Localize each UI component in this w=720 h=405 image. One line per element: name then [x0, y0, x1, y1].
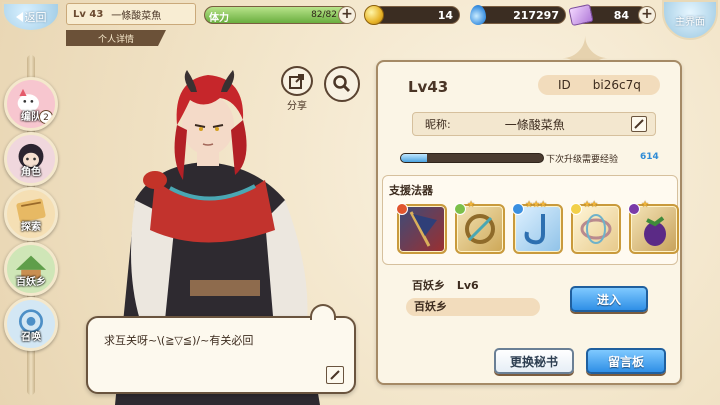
- signature-text: 求互关呀~\(≧▽≦)/~有关必回: [104, 334, 254, 347]
- sidebar-item-yokai-village[interactable]: 百妖乡: [4, 242, 58, 296]
- stamina-label: 体力: [209, 13, 229, 24]
- stamina-bar: 体力 82/82: [204, 6, 354, 24]
- sidebar-item-label: 角色: [21, 167, 41, 178]
- water-element-icon: [512, 203, 524, 215]
- share-label: 分享: [287, 101, 307, 112]
- nickname-row: 昵称: 一條酸菜魚: [412, 112, 656, 136]
- sidebar-item-team[interactable]: 2 编队: [4, 77, 58, 131]
- message-board-label: 留言板: [607, 354, 644, 369]
- player-name: 一條酸菜魚: [111, 10, 162, 22]
- light-element-icon: [570, 203, 582, 215]
- crystal-value: 217297: [513, 9, 559, 22]
- team-badge: 2: [39, 110, 53, 124]
- home-label: 主界面: [675, 16, 705, 28]
- nickname-value: 一條酸菜魚: [504, 117, 565, 132]
- exp-fill: [401, 154, 427, 162]
- yokai-village-tag: 百妖乡: [406, 298, 540, 316]
- stamina-value: 82/82: [311, 10, 337, 20]
- nickname-label: 昵称:: [425, 118, 451, 131]
- crystal-icon: [470, 5, 486, 25]
- profile-panel: Lv43 ID bi26c7q 昵称: 一條酸菜魚 下次升级需要经验 614 支…: [376, 60, 682, 385]
- sidebar-item-label: 探索: [21, 222, 41, 233]
- weapon-stars: ★★★: [525, 200, 547, 210]
- weapon-stars: ★★: [583, 200, 598, 210]
- zoom-button[interactable]: [324, 66, 360, 102]
- fire-element-icon: [396, 203, 408, 215]
- back-button[interactable]: 返回: [2, 2, 60, 32]
- weapon-slot-1[interactable]: [396, 203, 447, 254]
- player-level-name: Lv 43 一條酸菜魚: [66, 3, 196, 25]
- share-button[interactable]: 分享: [279, 66, 315, 112]
- exp-label: 下次升级需要经验: [546, 155, 619, 165]
- sidebar: 2 编队 角色 探索 百妖乡 召唤: [0, 55, 64, 400]
- pencil-icon: [330, 370, 340, 380]
- weapon-slot-5[interactable]: ★: [628, 200, 679, 254]
- enter-button[interactable]: 进入: [570, 286, 648, 312]
- change-secretary-button[interactable]: 更换秘书: [494, 348, 574, 374]
- weapon-slot-2[interactable]: ★: [454, 200, 505, 254]
- message-board-button[interactable]: 留言板: [586, 348, 666, 374]
- pencil-icon: [634, 119, 644, 129]
- support-title: 支援法器: [389, 184, 433, 197]
- back-arrow-icon: [15, 12, 23, 22]
- tab-personal-details[interactable]: 个人详情: [66, 30, 166, 46]
- weapon-slot-3[interactable]: ★★★: [512, 200, 563, 254]
- yokai-village-level: Lv6: [456, 279, 479, 292]
- exp-bar: [400, 153, 544, 163]
- exp-value: 614: [640, 152, 659, 162]
- yokai-village-name: 百妖乡: [412, 279, 445, 292]
- edit-nickname-button[interactable]: [631, 116, 647, 132]
- sidebar-item-summon[interactable]: 召唤: [4, 297, 58, 351]
- edit-signature-button[interactable]: [326, 366, 344, 384]
- signature-bubble: 求互关呀~\(≧▽≦)/~有关必回: [86, 304, 356, 394]
- dark-element-icon: [628, 203, 640, 215]
- sidebar-item-label: 编队: [21, 112, 41, 123]
- share-icon: [281, 66, 313, 96]
- weapon-stars: ★: [467, 200, 475, 210]
- support-weapons: 支援法器 ★ ★★★ ★★ ★: [382, 175, 679, 265]
- id-value: bi26c7q: [592, 78, 641, 92]
- search-icon: [333, 75, 351, 93]
- yokai-village-info: 百妖乡 Lv6: [412, 277, 487, 293]
- add-stamina-button[interactable]: +: [338, 6, 356, 24]
- back-label: 返回: [24, 11, 47, 24]
- sidebar-item-explore[interactable]: 探索: [4, 187, 58, 241]
- weapon-slot-4[interactable]: ★★: [570, 200, 621, 254]
- weapon-stars: ★: [641, 200, 649, 210]
- player-level: Lv 43: [73, 8, 104, 20]
- sidebar-item-characters[interactable]: 角色: [4, 132, 58, 186]
- coin-value: 14: [437, 9, 453, 22]
- id-label: ID: [558, 78, 571, 92]
- coin-counter: 14: [372, 6, 460, 24]
- profile-level: Lv43: [408, 78, 449, 96]
- enter-label: 进入: [596, 292, 621, 307]
- crystal-counter: 217297: [474, 6, 566, 24]
- sidebar-item-label: 召唤: [21, 332, 41, 343]
- coin-icon: [364, 5, 384, 25]
- sidebar-item-label: 百妖乡: [16, 277, 46, 288]
- change-secretary-label: 更换秘书: [509, 354, 558, 369]
- wind-element-icon: [454, 203, 466, 215]
- tab-personal-details-label: 个人详情: [97, 34, 134, 45]
- player-id: ID bi26c7q: [538, 75, 660, 95]
- ticket-value: 84: [613, 9, 629, 22]
- add-ticket-button[interactable]: +: [638, 6, 656, 24]
- top-bar: 返回 Lv 43 一條酸菜魚 个人详情 体力 82/82 + 14 217297…: [0, 0, 720, 46]
